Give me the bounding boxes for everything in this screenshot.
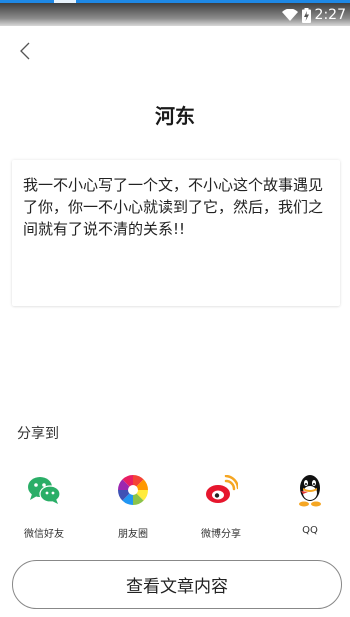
share-section-label: 分享到: [17, 426, 59, 442]
qq-icon: [292, 472, 328, 508]
status-time: 2:27: [314, 7, 346, 23]
weibo-icon: [203, 472, 239, 508]
share-weibo-label: 微博分享: [201, 529, 241, 540]
wifi-icon: [281, 9, 298, 21]
status-progress-strip: [0, 0, 350, 3]
article-excerpt-card: 我一不小心写了一个文，不小心这个故事遇见了你，你一不小心就读到了它，然后，我们之…: [12, 160, 340, 306]
page-title: 河东: [155, 104, 195, 128]
back-button[interactable]: [10, 38, 40, 68]
moments-icon: [115, 472, 151, 508]
view-article-button[interactable]: 查看文章内容: [12, 560, 342, 609]
share-moments-label: 朋友圈: [118, 529, 148, 540]
share-wechat-friend-label: 微信好友: [24, 529, 64, 540]
status-icons: 2:27: [281, 6, 346, 24]
wechat-icon: [26, 472, 62, 508]
article-excerpt-text: 我一不小心写了一个文，不小心这个故事遇见了你，你一不小心就读到了它，然后，我们之…: [23, 176, 324, 238]
chevron-left-icon: [19, 41, 31, 65]
share-qq[interactable]: QQ: [280, 472, 340, 542]
share-qq-label: QQ: [302, 525, 318, 536]
share-moments[interactable]: 朋友圈: [103, 472, 163, 542]
share-weibo[interactable]: 微博分享: [191, 472, 251, 542]
battery-charging-icon: [301, 7, 311, 23]
share-wechat-friend[interactable]: 微信好友: [14, 472, 74, 542]
status-bar: 2:27: [0, 0, 350, 26]
